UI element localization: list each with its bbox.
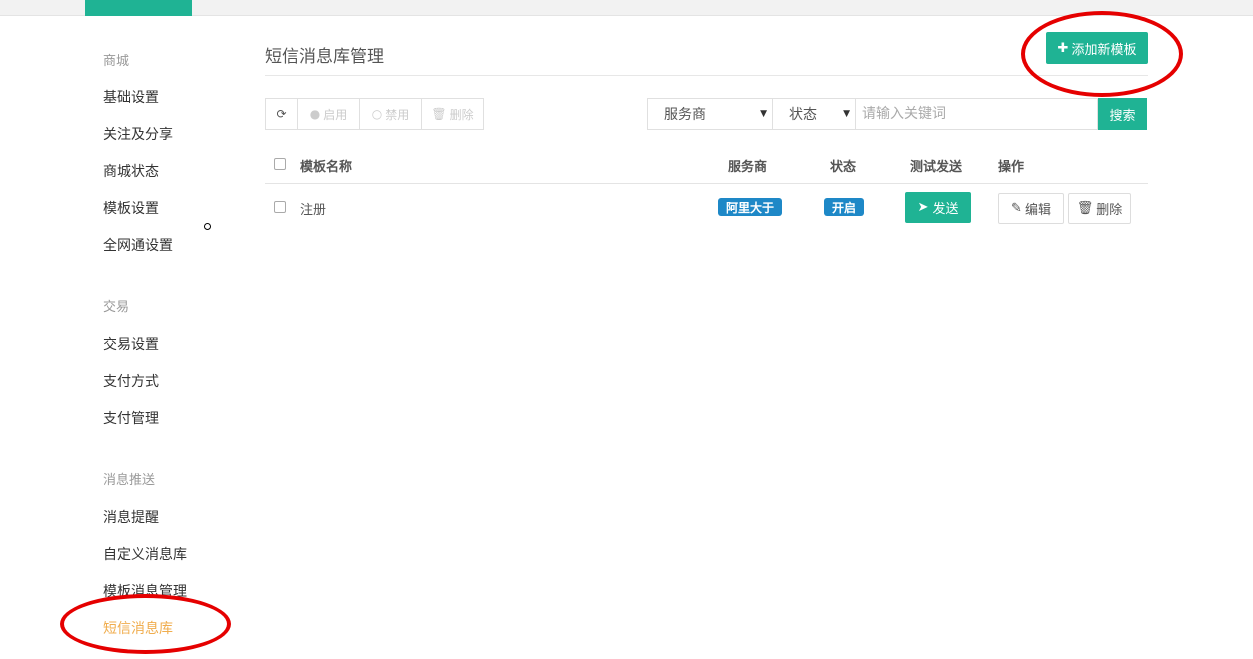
sidebar-item-payment-methods[interactable]: 支付方式 xyxy=(103,371,159,391)
disable-button[interactable]: ○ 禁用 xyxy=(359,98,422,130)
table-row: 注册 阿里大于 开启 ➤ 发送 ✎ 编辑 🗑 删除 xyxy=(265,185,1148,232)
edit-icon: ✎ xyxy=(1011,201,1022,216)
trash-icon: 🗑 xyxy=(431,107,447,121)
select-all-checkbox[interactable] xyxy=(274,158,286,170)
delete-label: 删除 xyxy=(1096,203,1123,218)
send-label: 发送 xyxy=(932,202,959,217)
provider-badge: 阿里大于 xyxy=(718,198,783,216)
sidebar-group-title-trade: 交易 xyxy=(103,300,130,315)
circle-icon: ○ xyxy=(371,107,383,121)
sidebar-item-payment-management[interactable]: 支付管理 xyxy=(103,408,159,428)
mouse-cursor xyxy=(204,223,211,230)
search-button[interactable]: 搜索 xyxy=(1098,98,1147,130)
row-checkbox[interactable] xyxy=(274,201,286,213)
header-status: 状态 xyxy=(830,160,857,175)
table-header: 模板名称 服务商 状态 测试发送 操作 xyxy=(265,149,1148,184)
status-select[interactable]: 状态 ▼ xyxy=(772,98,856,130)
sidebar-item-message-reminder[interactable]: 消息提醒 xyxy=(103,507,159,527)
trash-icon: 🗑 xyxy=(1076,201,1094,216)
sidebar-item-trade-settings[interactable]: 交易设置 xyxy=(103,334,159,354)
toolbar: ⟳ ● 启用 ○ 禁用 🗑 删除 xyxy=(265,98,484,130)
top-nav-active-tab[interactable] xyxy=(85,0,192,16)
row-template-name: 注册 xyxy=(300,203,327,218)
search-input[interactable] xyxy=(855,98,1098,130)
sidebar-item-follow-share[interactable]: 关注及分享 xyxy=(103,124,173,144)
sidebar-item-basic-settings[interactable]: 基础设置 xyxy=(103,87,159,107)
refresh-icon: ⟳ xyxy=(276,107,287,121)
sidebar-item-custom-message-library[interactable]: 自定义消息库 xyxy=(103,544,187,564)
send-button[interactable]: ➤ 发送 xyxy=(905,192,971,223)
delete-button[interactable]: 🗑 删除 xyxy=(1068,193,1131,224)
sidebar-group-title-mall: 商城 xyxy=(103,54,130,69)
header-template-name: 模板名称 xyxy=(300,160,353,175)
bulk-delete-button[interactable]: 🗑 删除 xyxy=(421,98,484,130)
annotation-circle-sms-library xyxy=(60,594,231,654)
bulk-delete-label: 删除 xyxy=(449,107,474,122)
annotation-circle-add-button xyxy=(1021,11,1183,97)
provider-select[interactable]: 服务商 ▼ xyxy=(647,98,773,130)
refresh-button[interactable]: ⟳ xyxy=(265,98,298,130)
sidebar-item-mall-status[interactable]: 商城状态 xyxy=(103,161,159,181)
page-title: 短信消息库管理 xyxy=(265,47,384,67)
sidebar-group-title-push: 消息推送 xyxy=(103,473,156,488)
sidebar-item-template-settings[interactable]: 模板设置 xyxy=(103,198,159,218)
edit-button[interactable]: ✎ 编辑 xyxy=(998,193,1064,224)
header-actions: 操作 xyxy=(998,160,1025,175)
sidebar-item-omnichannel-settings[interactable]: 全网通设置 xyxy=(103,235,173,255)
caret-down-icon: ▼ xyxy=(843,109,850,119)
enable-label: 启用 xyxy=(323,107,348,122)
header-test-send: 测试发送 xyxy=(910,160,963,175)
filter-bar: 服务商 ▼ 状态 ▼ 搜索 xyxy=(647,98,1147,130)
title-divider xyxy=(265,75,1148,76)
header-provider: 服务商 xyxy=(728,160,768,175)
status-select-value: 状态 xyxy=(789,107,817,123)
dot-icon: ● xyxy=(309,107,321,121)
caret-down-icon: ▼ xyxy=(760,109,767,119)
status-badge: 开启 xyxy=(824,198,865,216)
edit-label: 编辑 xyxy=(1024,203,1051,218)
enable-button[interactable]: ● 启用 xyxy=(297,98,360,130)
provider-select-value: 服务商 xyxy=(664,107,706,123)
send-icon: ➤ xyxy=(917,200,929,215)
disable-label: 禁用 xyxy=(385,107,410,122)
